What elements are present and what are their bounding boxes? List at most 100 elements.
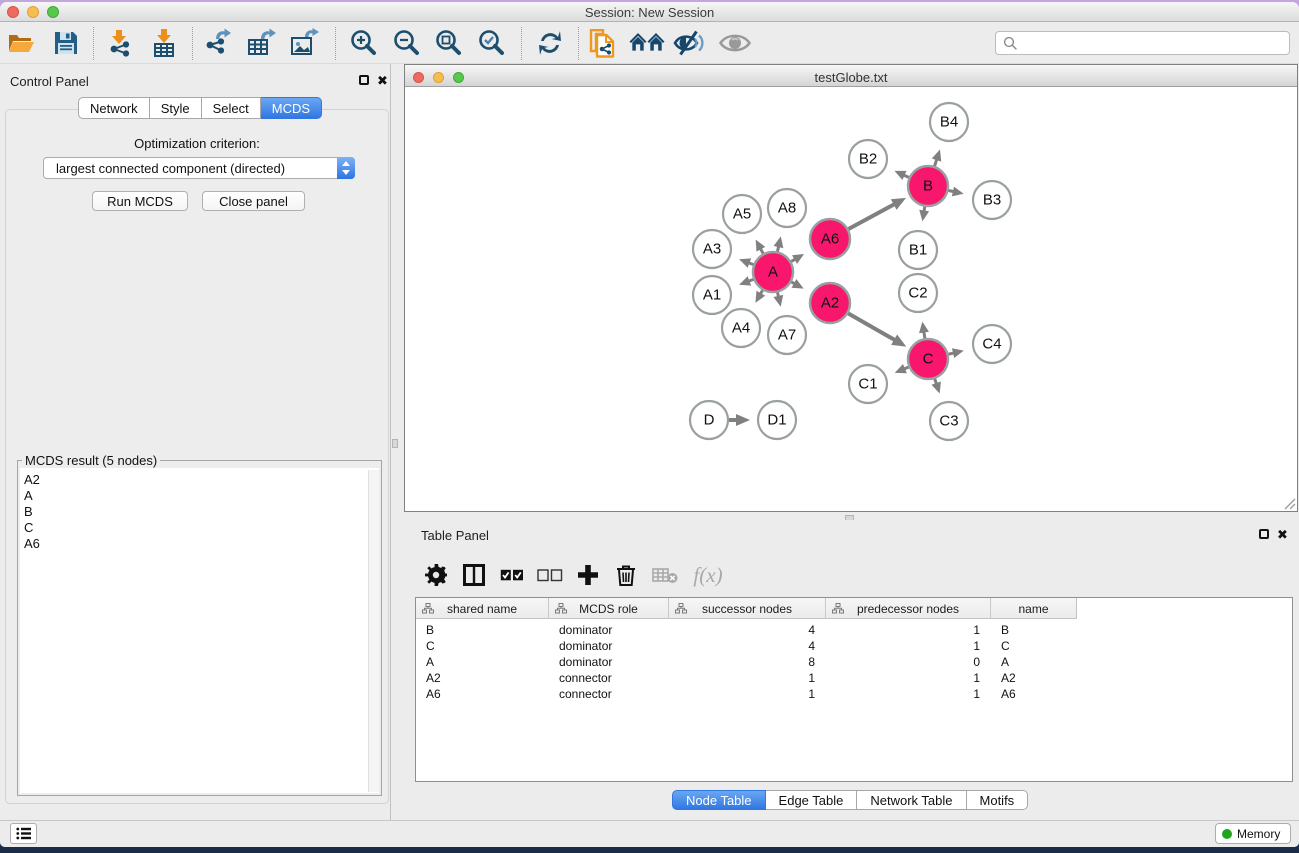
- table-tab-node-table[interactable]: Node Table: [672, 790, 766, 810]
- vertical-splitter-handle[interactable]: [392, 439, 398, 448]
- up-down-arrows-icon: [340, 160, 352, 176]
- close-panel-button[interactable]: Close panel: [202, 191, 305, 211]
- duplicate-network-icon: [589, 29, 616, 58]
- window-title: Session: New Session: [0, 5, 1299, 20]
- control-panel: Control Panel ✖ NetworkStyleSelectMCDS O…: [0, 64, 391, 822]
- split-view-button[interactable]: [455, 564, 493, 586]
- export-network-icon: [203, 28, 231, 58]
- column-header-name[interactable]: name: [991, 598, 1076, 619]
- table-row-A6[interactable]: A6connector11A6: [416, 686, 1292, 702]
- table-float-panel-icon[interactable]: [1259, 529, 1269, 539]
- export-table-button[interactable]: [245, 22, 277, 64]
- import-table-button[interactable]: [149, 22, 179, 64]
- toolbar-separator: [335, 27, 336, 60]
- control-panel-tab-network[interactable]: Network: [78, 97, 150, 119]
- node-table: shared name MCDS role successor nodesprede…: [415, 597, 1293, 782]
- graph-node-label-A5: A5: [733, 206, 751, 223]
- refresh-button[interactable]: [534, 22, 566, 64]
- export-image-button[interactable]: [288, 22, 320, 64]
- table-row-B[interactable]: Bdominator41B: [416, 622, 1292, 638]
- graph-arrowhead: [952, 348, 964, 358]
- column-header-label: MCDS role: [579, 602, 638, 616]
- graph-arrowhead: [774, 236, 784, 248]
- graph-arrowhead: [932, 150, 942, 162]
- network-graph: AA6A2BCA5A8A3A1A4A7B2B4B3B1C2C4C1C3DD1: [405, 88, 1297, 511]
- hide-selected-button[interactable]: [673, 22, 707, 64]
- table-tab-motifs[interactable]: Motifs: [967, 790, 1029, 810]
- select-all-icon: [500, 569, 524, 582]
- network-window-titlebar: testGlobe.txt: [405, 65, 1297, 87]
- column-header-predecessor-nodes[interactable]: predecessor nodes: [826, 598, 991, 619]
- table-tab-edge-table[interactable]: Edge Table: [766, 790, 858, 810]
- search-input[interactable]: [1018, 34, 1289, 52]
- resize-grip-icon[interactable]: [1283, 497, 1296, 510]
- column-header-successor-nodes[interactable]: successor nodes: [669, 598, 826, 619]
- control-panel-tab-mcds[interactable]: MCDS: [261, 97, 322, 119]
- search-box: [995, 31, 1290, 55]
- function-builder-icon: f(x): [693, 563, 722, 588]
- control-panel-tab-style[interactable]: Style: [150, 97, 202, 119]
- table-cell: 1: [826, 670, 980, 686]
- trash-icon: [616, 564, 636, 587]
- zoom-in-icon: [348, 28, 378, 58]
- zoom-fit-button[interactable]: [432, 22, 463, 64]
- memory-button[interactable]: Memory: [1215, 823, 1291, 844]
- zoom-fit-icon: [433, 28, 463, 58]
- export-network-button[interactable]: [202, 22, 232, 64]
- table-cell: 1: [826, 686, 980, 702]
- table-row-A2[interactable]: A2connector11A2: [416, 670, 1292, 686]
- select-all-button[interactable]: [493, 569, 531, 582]
- deselect-all-button[interactable]: [531, 569, 569, 582]
- show-eye-button[interactable]: [718, 22, 752, 64]
- table-header-row: shared name MCDS role successor nodesprede…: [416, 598, 1077, 619]
- table-cell: dominator: [559, 654, 612, 670]
- delete-table-button[interactable]: [645, 566, 685, 584]
- mcds-result-item[interactable]: A6: [20, 536, 379, 552]
- graph-node-label-C3: C3: [939, 413, 958, 430]
- zoom-in-button[interactable]: [347, 22, 378, 64]
- table-cell: A: [1001, 654, 1009, 670]
- create-column-button[interactable]: [569, 564, 607, 586]
- dropdown-stepper: [337, 157, 355, 179]
- graph-node-label-B4: B4: [940, 114, 958, 131]
- close-panel-icon[interactable]: ✖: [377, 76, 388, 86]
- toolbar-separator: [192, 27, 193, 60]
- task-history-button[interactable]: [10, 823, 37, 844]
- float-panel-icon[interactable]: [359, 75, 369, 85]
- show-all-button[interactable]: [629, 22, 665, 64]
- run-mcds-button[interactable]: Run MCDS: [92, 191, 188, 211]
- table-close-panel-icon[interactable]: ✖: [1277, 530, 1288, 540]
- table-settings-button[interactable]: [417, 564, 455, 586]
- column-header-shared-name[interactable]: shared name: [416, 598, 549, 619]
- table-cell: 1: [826, 638, 980, 654]
- column-header-MCDS-role[interactable]: MCDS role: [549, 598, 669, 619]
- delete-column-button[interactable]: [607, 564, 645, 587]
- open-session-button[interactable]: [6, 22, 36, 64]
- optimization-criterion-label: Optimization criterion:: [6, 136, 388, 151]
- save-session-button[interactable]: [51, 22, 81, 64]
- table-tab-network-table[interactable]: Network Table: [857, 790, 966, 810]
- mcds-result-item[interactable]: C: [20, 520, 379, 536]
- table-row-C[interactable]: Cdominator41C: [416, 638, 1292, 654]
- mcds-result-scrollbar[interactable]: [368, 470, 379, 792]
- mcds-result-list[interactable]: A2ABCA6: [20, 468, 379, 793]
- duplicate-network-button[interactable]: [588, 22, 616, 64]
- function-builder-button[interactable]: f(x): [685, 563, 731, 588]
- network-view-window: testGlobe.txt AA6A2BCA5A8A3A1A4A7B2B4B3B…: [404, 64, 1298, 512]
- table-row-A[interactable]: Adominator80A: [416, 654, 1292, 670]
- mcds-result-item[interactable]: B: [20, 504, 379, 520]
- toolbar-separator: [93, 27, 94, 60]
- table-cell: A2: [1001, 670, 1016, 686]
- optimization-criterion-dropdown[interactable]: largest connected component (directed): [43, 157, 355, 179]
- zoom-selected-button[interactable]: [475, 22, 506, 64]
- control-panel-tab-select[interactable]: Select: [202, 97, 261, 119]
- status-bar: Memory: [0, 820, 1299, 847]
- graph-node-label-D1: D1: [767, 412, 786, 429]
- network-window-title: testGlobe.txt: [405, 70, 1297, 85]
- mcds-result-item[interactable]: A2: [20, 472, 379, 488]
- network-canvas[interactable]: AA6A2BCA5A8A3A1A4A7B2B4B3B1C2C4C1C3DD1: [405, 88, 1297, 511]
- table-cell: 8: [669, 654, 815, 670]
- mcds-result-item[interactable]: A: [20, 488, 379, 504]
- zoom-out-button[interactable]: [390, 22, 421, 64]
- import-network-button[interactable]: [105, 22, 135, 64]
